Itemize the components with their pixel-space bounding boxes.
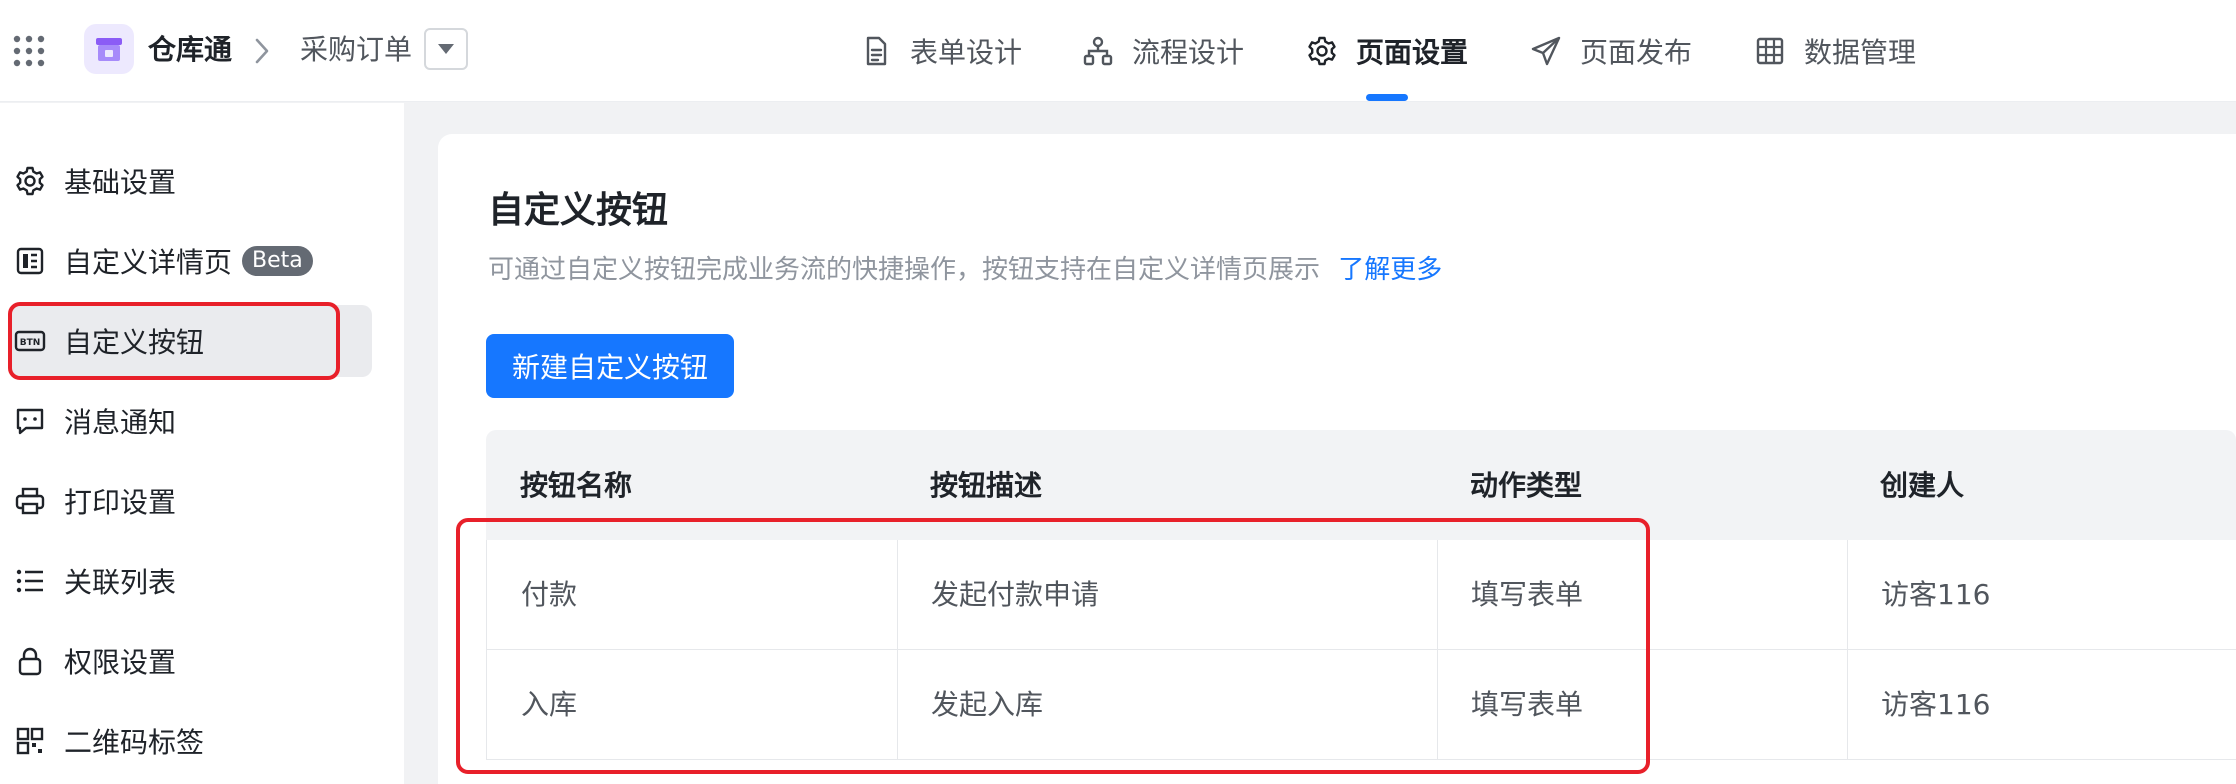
active-tab-indicator <box>1366 94 1408 101</box>
printer-icon <box>15 487 45 515</box>
sidebar-item-label: 二维码标签 <box>64 726 205 759</box>
column-header-action-type: 动作类型 <box>1470 469 1583 502</box>
sidebar-item-label: 消息通知 <box>64 406 177 439</box>
sidebar-item-qrcode-label[interactable]: 二维码标签 <box>8 705 372 777</box>
cell-creator: 访客116 <box>1881 578 1991 611</box>
chevron-right-icon <box>255 38 269 64</box>
sidebar-item-print-settings[interactable]: 打印设置 <box>8 465 372 537</box>
tab-form-design[interactable]: 表单设计 <box>860 28 1022 74</box>
learn-more-link[interactable]: 了解更多 <box>1338 255 1442 285</box>
sidebar-item-linked-list[interactable]: 关联列表 <box>8 545 372 617</box>
sidebar-item-label: 自定义详情页 <box>64 246 233 279</box>
tab-label: 页面设置 <box>1356 36 1469 69</box>
cell-action-type: 填写表单 <box>1471 688 1584 721</box>
tab-label: 表单设计 <box>910 36 1023 69</box>
cell-action-type: 填写表单 <box>1471 578 1584 611</box>
column-header-name: 按钮名称 <box>520 469 633 502</box>
new-custom-button-button[interactable]: 新建自定义按钮 <box>486 334 734 398</box>
sidebar-item-label: 基础设置 <box>64 166 177 199</box>
tab-label: 页面发布 <box>1580 36 1693 69</box>
tab-page-publish[interactable]: 页面发布 <box>1530 28 1692 74</box>
cell-button-name: 入库 <box>521 688 578 721</box>
page-title: 自定义按钮 <box>488 190 669 231</box>
send-icon <box>1531 36 1561 66</box>
caret-down-icon <box>438 44 454 54</box>
qrcode-icon <box>16 727 44 755</box>
cell-button-description: 发起入库 <box>931 688 1044 721</box>
custom-button-table: 按钮名称 按钮描述 动作类型 创建人 付款 发起付款申请 填写表单 访客116 … <box>486 430 2236 760</box>
table-row[interactable]: 入库 发起入库 填写表单 访客116 <box>486 650 2236 760</box>
top-bar: 仓库通 采购订单 表单设计 流程设计 页面设置 页面发布 数据管理 <box>0 0 2236 102</box>
svg-text:BTN: BTN <box>20 338 41 348</box>
apps-grid-icon[interactable] <box>12 34 46 68</box>
sidebar-item-label: 自定义按钮 <box>64 326 205 359</box>
gear-icon <box>16 166 44 196</box>
description-text: 可通过自定义按钮完成业务流的快捷操作，按钮支持在自定义详情页展示 <box>488 255 1321 285</box>
tab-label: 数据管理 <box>1804 36 1917 69</box>
flow-icon <box>1083 36 1113 66</box>
sidebar-item-message-notification[interactable]: 消息通知 <box>8 385 372 457</box>
app-name[interactable]: 仓库通 <box>148 30 232 70</box>
list-icon <box>16 569 43 593</box>
tab-flow-design[interactable]: 流程设计 <box>1082 28 1244 74</box>
grid-icon <box>1756 37 1784 65</box>
sidebar-item-basic-settings[interactable]: 基础设置 <box>8 145 372 217</box>
column-header-creator: 创建人 <box>1880 469 1965 502</box>
document-icon <box>866 36 887 66</box>
beta-badge: Beta <box>242 246 313 276</box>
cell-button-name: 付款 <box>521 578 578 611</box>
sidebar-item-custom-detail-page[interactable]: 自定义详情页 Beta <box>8 225 372 297</box>
breadcrumb-current-page[interactable]: 采购订单 <box>300 30 412 70</box>
sidebar-item-custom-button[interactable]: BTN 自定义按钮 <box>8 305 372 377</box>
settings-sidebar: 基础设置 自定义详情页 Beta BTN 自定义按钮 消息通知 打印设置 关联列… <box>0 103 404 784</box>
table-header: 按钮名称 按钮描述 动作类型 创建人 <box>486 430 2236 540</box>
sidebar-item-label: 权限设置 <box>64 646 177 679</box>
btn-icon: BTN <box>14 330 46 352</box>
page-description: 可通过自定义按钮完成业务流的快捷操作，按钮支持在自定义详情页展示 了解更多 <box>488 252 1442 288</box>
tab-label: 流程设计 <box>1132 36 1245 69</box>
message-icon <box>16 408 44 435</box>
tab-data-management[interactable]: 数据管理 <box>1754 28 1916 74</box>
gear-icon <box>1308 36 1336 66</box>
sidebar-item-label: 关联列表 <box>64 566 177 599</box>
detail-page-icon <box>16 247 44 275</box>
app-logo <box>84 24 134 74</box>
page-switch-dropdown[interactable] <box>424 28 468 70</box>
cell-creator: 访客116 <box>1881 688 1991 721</box>
table-row[interactable]: 付款 发起付款申请 填写表单 访客116 <box>486 540 2236 650</box>
warehouse-logo-icon <box>96 38 122 61</box>
sidebar-item-permission-settings[interactable]: 权限设置 <box>8 625 372 697</box>
tab-page-settings[interactable]: 页面设置 <box>1306 28 1468 74</box>
lock-icon <box>18 647 42 676</box>
sidebar-item-label: 打印设置 <box>64 486 177 519</box>
column-header-description: 按钮描述 <box>930 469 1043 502</box>
cell-button-description: 发起付款申请 <box>931 578 1100 611</box>
